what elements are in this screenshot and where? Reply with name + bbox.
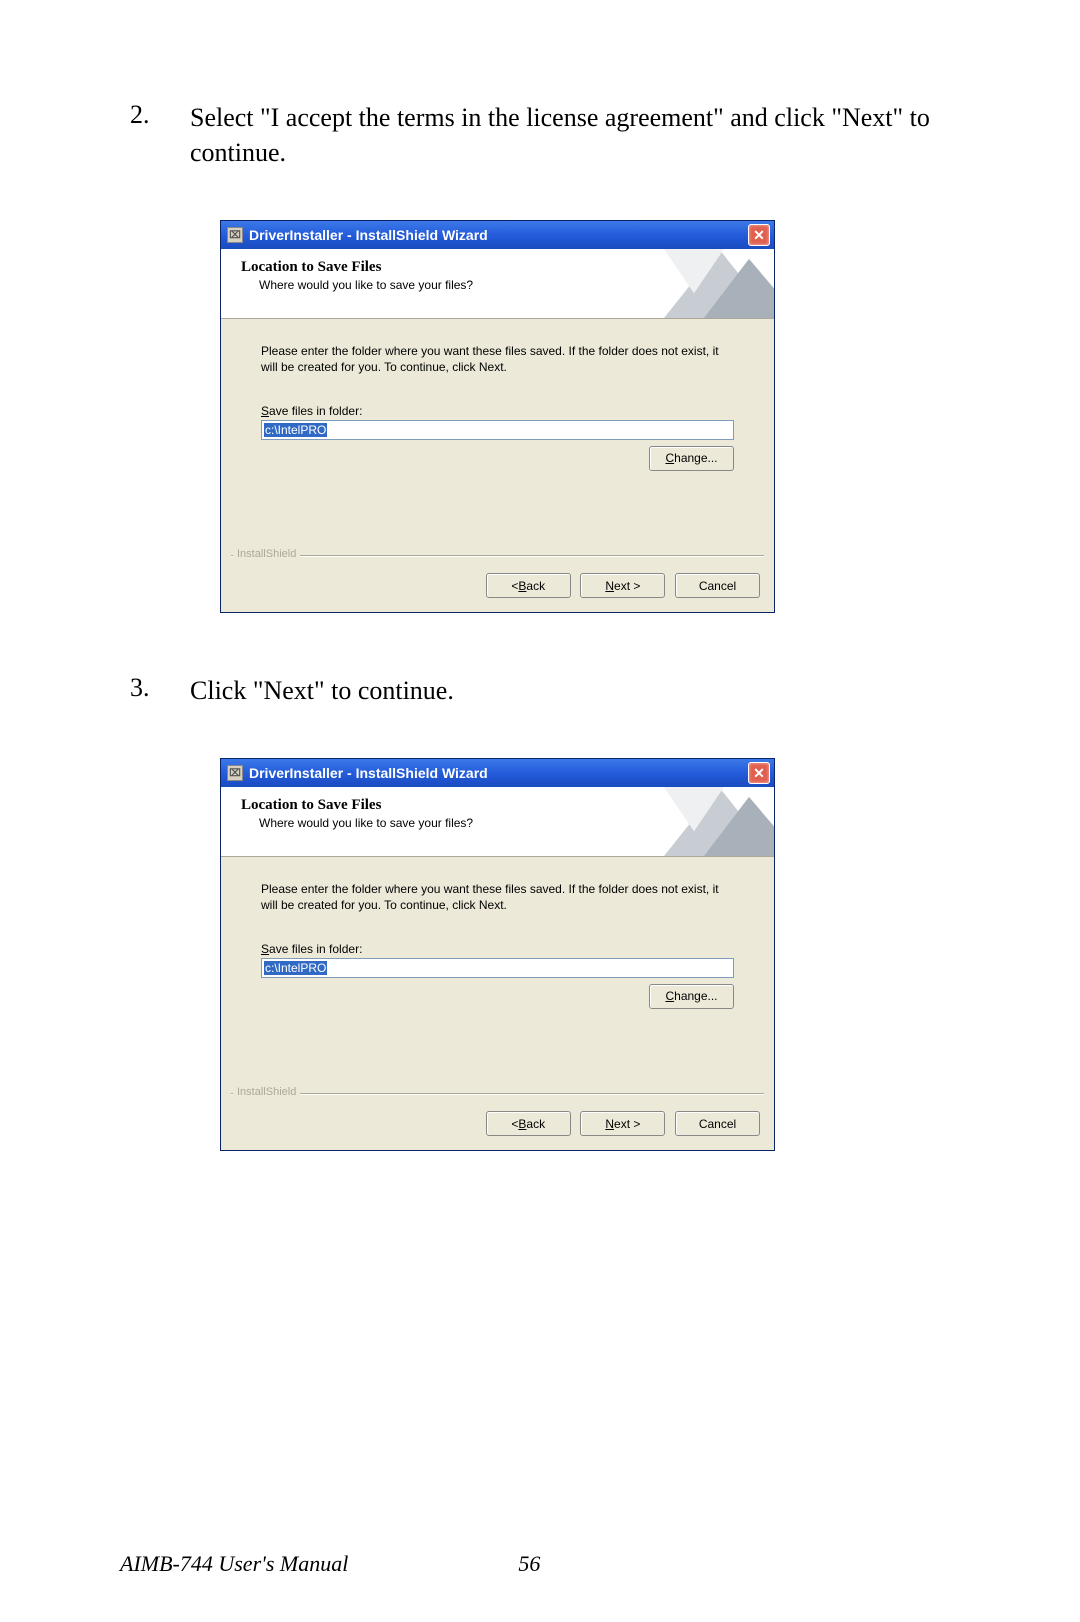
page-footer: AIMB-744 User's Manual 56 [120,1551,960,1577]
folder-input-value: c:\IntelPRO [264,423,327,437]
back-button[interactable]: < Back [486,1111,571,1136]
step-text: Select "I accept the terms in the licens… [190,100,960,170]
next-button[interactable]: Next > [580,1111,665,1136]
window-title: DriverInstaller - InstallShield Wizard [249,765,748,781]
change-button[interactable]: Change... [649,984,734,1009]
brand-label: InstallShield [233,548,300,560]
footer-separator: InstallShield [231,555,764,569]
step-number: 3. [130,673,190,708]
manual-title: AIMB-744 User's Manual [120,1551,348,1577]
brand-label: InstallShield [233,1086,300,1098]
dialog-footer: < Back Next > Cancel [221,569,774,612]
step-text: Click "Next" to continue. [190,673,454,708]
folder-input-value: c:\IntelPRO [264,961,327,975]
titlebar[interactable]: ⌧ DriverInstaller - InstallShield Wizard… [221,759,774,787]
header-artwork [664,249,774,318]
folder-label: Save files in folder: [261,404,734,418]
dialog-header: Location to Save Files Where would you l… [221,249,774,319]
install-dialog-2: ⌧ DriverInstaller - InstallShield Wizard… [220,758,775,1151]
body-description: Please enter the folder where you want t… [261,343,734,375]
folder-label: Save files in folder: [261,942,734,956]
footer-separator: InstallShield [231,1093,764,1107]
dialog-footer: < Back Next > Cancel [221,1107,774,1150]
dialog-body: Please enter the folder where you want t… [221,857,774,1087]
install-dialog-1: ⌧ DriverInstaller - InstallShield Wizard… [220,220,775,613]
app-icon: ⌧ [227,227,243,243]
folder-input[interactable]: c:\IntelPRO [261,958,734,978]
cancel-button[interactable]: Cancel [675,1111,760,1136]
next-button[interactable]: Next > [580,573,665,598]
close-icon[interactable]: ✕ [748,762,770,784]
back-button[interactable]: < Back [486,573,571,598]
cancel-button[interactable]: Cancel [675,573,760,598]
header-artwork [664,787,774,856]
titlebar[interactable]: ⌧ DriverInstaller - InstallShield Wizard… [221,221,774,249]
step-3: 3. Click "Next" to continue. [130,673,960,708]
folder-input[interactable]: c:\IntelPRO [261,420,734,440]
close-icon[interactable]: ✕ [748,224,770,246]
dialog-body: Please enter the folder where you want t… [221,319,774,549]
step-2: 2. Select "I accept the terms in the lic… [130,100,960,170]
change-button[interactable]: Change... [649,446,734,471]
app-icon: ⌧ [227,765,243,781]
body-description: Please enter the folder where you want t… [261,881,734,913]
dialog-header: Location to Save Files Where would you l… [221,787,774,857]
step-number: 2. [130,100,190,170]
page-number: 56 [518,1551,540,1577]
window-title: DriverInstaller - InstallShield Wizard [249,227,748,243]
